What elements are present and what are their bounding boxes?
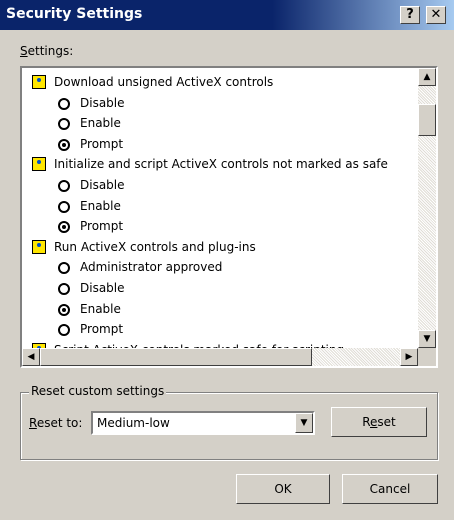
- title-bar: Security Settings ? ✕: [0, 0, 454, 30]
- reset-button[interactable]: Reset: [331, 407, 427, 437]
- setting-label: Run ActiveX controls and plug-ins: [54, 239, 256, 254]
- radio-icon[interactable]: [58, 180, 70, 192]
- setting-label: Download unsigned ActiveX controls: [54, 75, 274, 89]
- close-button[interactable]: ✕: [426, 6, 446, 24]
- dropdown-arrow-icon[interactable]: ▼: [295, 413, 313, 433]
- scroll-down-button[interactable]: ▼: [418, 330, 436, 348]
- setting-icon: [32, 239, 46, 254]
- cancel-button[interactable]: Cancel: [342, 474, 438, 504]
- radio-icon[interactable]: [58, 324, 70, 337]
- window-title: Security Settings: [6, 6, 143, 22]
- radio-icon[interactable]: [58, 283, 70, 295]
- horizontal-scrollbar[interactable]: ◀ ▶: [22, 348, 418, 366]
- setting-label: Prompt: [80, 219, 124, 234]
- setting-label: Prompt: [80, 322, 124, 337]
- settings-label: Settings:: [20, 44, 74, 58]
- radio-icon[interactable]: [58, 97, 70, 110]
- scroll-right-button[interactable]: ▶: [400, 348, 418, 366]
- security-settings-dialog: Security Settings ? ✕ Settings: Download…: [0, 0, 454, 520]
- setting-label: Enable: [80, 198, 121, 213]
- settings-list[interactable]: Download unsigned ActiveX controls Disabl…: [20, 66, 438, 368]
- scrollbar-corner: [418, 348, 436, 366]
- setting-label: Disable: [80, 95, 125, 110]
- reset-group-title: Reset custom settings: [29, 384, 167, 398]
- ok-button[interactable]: OK: [236, 474, 330, 504]
- radio-selected-icon[interactable]: [58, 303, 70, 316]
- scroll-left-button[interactable]: ◀: [22, 348, 40, 366]
- help-button[interactable]: ?: [400, 6, 420, 24]
- radio-icon[interactable]: [58, 200, 70, 213]
- setting-label: Disable: [80, 178, 125, 192]
- reset-custom-settings-group: Reset custom settings Reset to: Medium-l…: [20, 384, 438, 460]
- vertical-scroll-thumb[interactable]: [418, 104, 436, 136]
- setting-label: Administrator approved: [80, 260, 223, 275]
- setting-label: Initialize and script ActiveX controls n…: [54, 157, 388, 172]
- vertical-scrollbar[interactable]: ▲ ▼: [418, 68, 436, 348]
- setting-icon: [32, 157, 46, 172]
- setting-label: Enable: [80, 116, 121, 131]
- reset-to-label: Reset to:: [29, 416, 83, 430]
- setting-label: Enable: [80, 301, 121, 316]
- horizontal-scroll-thumb[interactable]: [40, 348, 312, 366]
- radio-icon[interactable]: [58, 262, 70, 275]
- radio-selected-icon[interactable]: [58, 221, 70, 234]
- setting-label: Disable: [80, 281, 125, 295]
- scroll-up-button[interactable]: ▲: [418, 68, 436, 86]
- setting-icon: [32, 75, 46, 89]
- reset-level-value: Medium-low: [97, 416, 170, 430]
- radio-selected-icon[interactable]: [58, 138, 70, 151]
- radio-icon[interactable]: [58, 118, 70, 131]
- setting-label: Prompt: [80, 136, 124, 151]
- reset-level-select[interactable]: Medium-low ▼: [91, 411, 315, 435]
